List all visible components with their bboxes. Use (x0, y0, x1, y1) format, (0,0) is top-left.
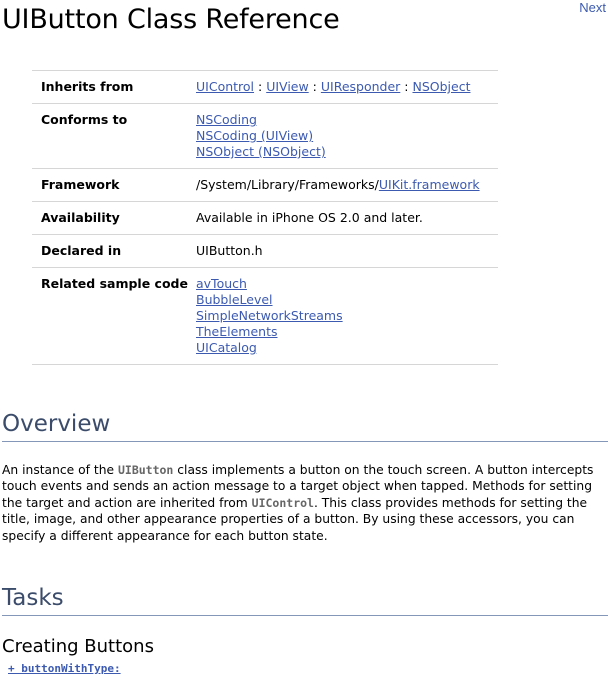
overview-heading: Overview (2, 411, 608, 442)
spec-value-declared-in: UIButton.h (196, 234, 498, 268)
spec-value-conforms-to: NSCoding NSCoding (UIView) NSObject (NSO… (196, 103, 498, 169)
inherits-link-uiview[interactable]: UIView (266, 79, 309, 94)
conforms-link-nscoding-uiview[interactable]: NSCoding (UIView) (196, 128, 498, 144)
spec-table: Inherits from UIControl : UIView : UIRes… (32, 70, 498, 365)
framework-link-uikit[interactable]: UIKit.framework (379, 177, 480, 192)
spec-row-related-sample-code: Related sample code avTouch BubbleLevel … (32, 267, 498, 365)
spec-key-framework: Framework (32, 168, 196, 202)
inherits-link-nsobject[interactable]: NSObject (412, 79, 470, 94)
spec-row-declared-in: Declared in UIButton.h (32, 234, 498, 268)
tasks-heading: Tasks (2, 585, 608, 616)
page-title: UIButton Class Reference (2, 4, 340, 35)
spec-key-availability: Availability (32, 201, 196, 235)
spec-value-related-sample-code: avTouch BubbleLevel SimpleNetworkStreams… (196, 267, 498, 365)
conforms-link-nsobject-nsobject[interactable]: NSObject (NSObject) (196, 144, 498, 160)
spec-value-availability: Available in iPhone OS 2.0 and later. (196, 201, 498, 235)
inherits-separator: : (254, 79, 267, 94)
spec-key-related-sample-code: Related sample code (32, 267, 196, 365)
framework-path: /System/Library/Frameworks/ (196, 177, 379, 192)
spec-key-declared-in: Declared in (32, 234, 196, 268)
spec-key-conforms-to: Conforms to (32, 103, 196, 169)
spec-row-availability: Availability Available in iPhone OS 2.0 … (32, 201, 498, 235)
method-link-button-with-type[interactable]: + buttonWithType: (8, 662, 121, 675)
inherits-separator: : (400, 79, 413, 94)
sample-link-theelements[interactable]: TheElements (196, 324, 498, 340)
sample-link-bubblelevel[interactable]: BubbleLevel (196, 292, 498, 308)
creating-buttons-heading: Creating Buttons (2, 636, 154, 657)
spec-row-inherits-from: Inherits from UIControl : UIView : UIRes… (32, 70, 498, 104)
spec-value-framework: /System/Library/Frameworks/UIKit.framewo… (196, 168, 498, 202)
inherits-link-uicontrol[interactable]: UIControl (196, 79, 254, 94)
code-uicontrol: UIControl (251, 495, 314, 510)
sample-link-avtouch[interactable]: avTouch (196, 276, 498, 292)
spec-value-inherits-from: UIControl : UIView : UIResponder : NSObj… (196, 70, 498, 104)
spec-row-framework: Framework /System/Library/Frameworks/UIK… (32, 168, 498, 202)
conforms-link-nscoding[interactable]: NSCoding (196, 112, 498, 128)
spec-key-inherits-from: Inherits from (32, 70, 196, 104)
overview-paragraph: An instance of the UIButton class implem… (2, 462, 606, 544)
overview-text-1: An instance of the (2, 463, 118, 477)
inherits-link-uiresponder[interactable]: UIResponder (321, 79, 400, 94)
inherits-separator: : (308, 79, 321, 94)
next-link[interactable]: Next (579, 0, 606, 15)
spec-row-conforms-to: Conforms to NSCoding NSCoding (UIView) N… (32, 103, 498, 169)
code-uibutton: UIButton (117, 463, 174, 477)
sample-link-uicatalog[interactable]: UICatalog (196, 340, 498, 356)
sample-link-simplenetworkstreams[interactable]: SimpleNetworkStreams (196, 308, 498, 324)
